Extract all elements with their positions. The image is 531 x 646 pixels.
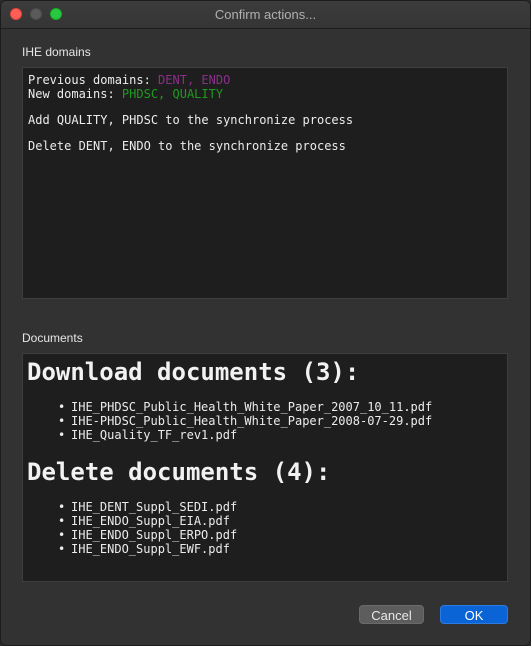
previous-domains-label: Previous domains:	[28, 73, 159, 87]
new-domains-line: New domains: PHDSC, QUALITY	[28, 87, 353, 101]
cancel-button[interactable]: Cancel	[359, 605, 424, 624]
previous-domains-line: Previous domains: DENT, ENDO	[28, 73, 353, 87]
documents-content: Download documents (3): • IHE_PHDSC_Publi…	[27, 358, 432, 556]
bullet-icon: •	[58, 542, 66, 556]
delete-file-name: IHE_ENDO_Suppl_EIA.pdf	[71, 514, 230, 528]
ok-button[interactable]: OK	[440, 605, 508, 624]
bullet-icon: •	[58, 500, 66, 514]
new-domains-label: New domains:	[28, 87, 122, 101]
download-documents-heading: Download documents (3):	[27, 358, 360, 386]
bullet-icon: •	[58, 428, 66, 442]
bullet-icon: •	[58, 528, 66, 542]
list-item: • IHE_ENDO_Suppl_EIA.pdf	[27, 514, 432, 528]
title-bar: Confirm actions...	[1, 1, 530, 29]
delete-domains-line: Delete DENT, ENDO to the synchronize pro…	[28, 139, 346, 153]
window-title: Confirm actions...	[214, 7, 317, 22]
confirm-dialog-window: Confirm actions... IHE domains Previous …	[0, 0, 531, 646]
download-file-name: IHE_PHDSC_Public_Health_White_Paper_2007…	[71, 400, 433, 414]
delete-documents-list: • IHE_DENT_Suppl_SEDI.pdf • IHE_ENDO_Suppl…	[27, 500, 432, 556]
list-item: • IHE_ENDO_Suppl_ERPO.pdf	[27, 528, 432, 542]
delete-documents-heading: Delete documents (4):	[27, 458, 331, 486]
domains-text: Previous domains: DENT, ENDO New domains…	[28, 73, 353, 153]
list-item: • IHE_Quality_TF_rev1.pdf	[27, 428, 432, 442]
documents-section-label: Documents	[22, 331, 83, 345]
documents-panel: Download documents (3): • IHE_PHDSC_Publi…	[22, 353, 508, 582]
new-domains-value: PHDSC, QUALITY	[121, 87, 224, 101]
delete-file-name: IHE_ENDO_Suppl_EWF.pdf	[71, 542, 230, 556]
list-item: • IHE_ENDO_Suppl_EWF.pdf	[27, 542, 432, 556]
list-item: • IHE-PHDSC_Public_Health_White_Paper_200…	[27, 414, 432, 428]
list-item: • IHE_DENT_Suppl_SEDI.pdf	[27, 500, 432, 514]
previous-domains-value: DENT, ENDO	[158, 73, 231, 87]
download-documents-list: • IHE_PHDSC_Public_Health_White_Paper_200…	[27, 400, 432, 442]
add-domains-line: Add QUALITY, PHDSC to the synchronize pr…	[28, 113, 354, 127]
bullet-icon: •	[58, 414, 66, 428]
delete-file-name: IHE_DENT_Suppl_SEDI.pdf	[71, 500, 238, 514]
list-item: • IHE_PHDSC_Public_Health_White_Paper_200…	[27, 400, 432, 414]
bullet-icon: •	[58, 400, 66, 414]
delete-file-name: IHE_ENDO_Suppl_ERPO.pdf	[71, 528, 238, 542]
bullet-icon: •	[58, 514, 66, 528]
download-file-name: IHE_Quality_TF_rev1.pdf	[71, 428, 238, 442]
download-file-name: IHE-PHDSC_Public_Health_White_Paper_2008…	[71, 414, 433, 428]
domains-panel: Previous domains: DENT, ENDO New domains…	[22, 67, 508, 299]
domains-section-label: IHE domains	[22, 45, 91, 59]
